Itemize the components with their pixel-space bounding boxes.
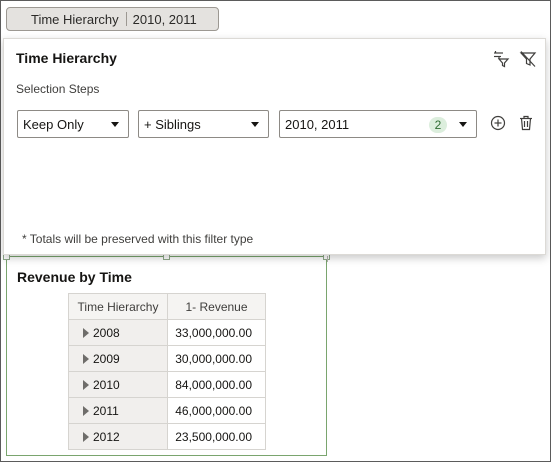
clear-filter-icon[interactable]	[519, 50, 537, 68]
row-label: 2008	[93, 325, 120, 340]
expand-triangle-icon[interactable]	[83, 379, 89, 390]
revenue-cell: 33,000,000.00	[167, 319, 266, 346]
row-label: 2012	[93, 429, 120, 444]
selection-steps-heading: Selection Steps	[16, 82, 100, 96]
filter-panel-title: Time Hierarchy	[16, 50, 117, 66]
totals-note: * Totals will be preserved with this fil…	[22, 232, 254, 246]
chevron-down-icon	[251, 122, 259, 127]
column-header-time-hierarchy[interactable]: Time Hierarchy	[68, 293, 168, 320]
table-row: 2009 30,000,000.00	[68, 345, 266, 372]
step-members-value: 2010, 2011	[285, 116, 350, 132]
table-row: 2011 46,000,000.00	[68, 397, 266, 424]
row-header-cell[interactable]: 2011	[68, 397, 168, 424]
visualization-title: Revenue by Time	[17, 269, 132, 285]
step-action-value: Keep Only	[23, 116, 84, 132]
expand-triangle-icon[interactable]	[83, 327, 89, 338]
revenue-table: Time Hierarchy 1- Revenue 2008 33,000,00…	[68, 293, 266, 450]
table-row: 2012 23,500,000.00	[68, 423, 266, 450]
step-relation-select[interactable]: + Siblings	[138, 110, 269, 138]
member-count-badge: 2	[429, 117, 447, 133]
table-row: 2008 33,000,000.00	[68, 319, 266, 346]
step-relation-value: + Siblings	[144, 116, 201, 132]
visualization-card[interactable]: Revenue by Time Time Hierarchy 1- Revenu…	[6, 256, 327, 456]
expand-triangle-icon[interactable]	[83, 405, 89, 416]
filter-chip-value: 2010, 2011	[132, 11, 197, 27]
step-members-select[interactable]: 2010, 2011 2	[279, 110, 477, 138]
filter-options-icon[interactable]	[492, 50, 510, 68]
chevron-down-icon	[459, 122, 467, 127]
row-header-cell[interactable]: 2009	[68, 345, 168, 372]
filter-popup: Time Hierarchy Selection Steps Keep Only…	[3, 38, 546, 255]
add-step-icon[interactable]	[490, 115, 506, 131]
revenue-cell: 46,000,000.00	[167, 397, 266, 424]
filter-chip-label: Time Hierarchy	[31, 11, 119, 27]
canvas-divider	[327, 256, 328, 262]
expand-triangle-icon[interactable]	[83, 431, 89, 442]
delete-step-icon[interactable]	[518, 115, 534, 131]
row-header-cell[interactable]: 2008	[68, 319, 168, 346]
revenue-cell: 84,000,000.00	[167, 371, 266, 398]
revenue-cell: 30,000,000.00	[167, 345, 266, 372]
column-header-revenue[interactable]: 1- Revenue	[167, 293, 266, 320]
row-label: 2009	[93, 351, 120, 366]
row-label: 2010	[93, 377, 120, 392]
step-action-select[interactable]: Keep Only	[17, 110, 129, 138]
row-header-cell[interactable]: 2010	[68, 371, 168, 398]
revenue-cell: 23,500,000.00	[167, 423, 266, 450]
row-label: 2011	[93, 403, 119, 418]
expand-triangle-icon[interactable]	[83, 353, 89, 364]
table-row: 2010 84,000,000.00	[68, 371, 266, 398]
filter-chip-time-hierarchy[interactable]: Time Hierarchy 2010, 2011	[6, 7, 219, 31]
row-header-cell[interactable]: 2012	[68, 423, 168, 450]
chevron-down-icon	[111, 122, 119, 127]
